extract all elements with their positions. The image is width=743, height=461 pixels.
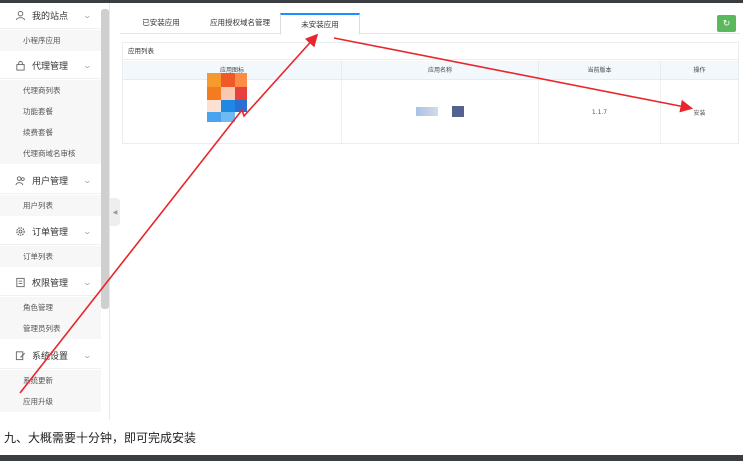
sidebar-item-user-list[interactable]: 用户列表 [0, 195, 101, 216]
column-header-name: 应用名称 [342, 61, 539, 80]
column-header-action: 操作 [693, 67, 706, 74]
sidebar-group-label: 我的站点 [32, 12, 69, 22]
sidebar-group-system[interactable]: 系统设置 ⌄ [0, 343, 101, 369]
sidebar: 我的站点 ⌄ 小程序应用 代理管理 ⌄ 代理商列表 功能套餐 续费套餐 代理商域… [0, 3, 110, 420]
app-name-redacted [452, 106, 464, 117]
sidebar-group-label: 系统设置 [32, 352, 69, 362]
sidebar-item-feature-plans[interactable]: 功能套餐 [0, 101, 101, 122]
sidebar-group-label: 订单管理 [32, 228, 69, 238]
install-button[interactable]: 安装 [661, 81, 738, 143]
app-version-cell: 1.1.7 [539, 81, 661, 143]
app-list-panel: 应用列表 应用图标 应用名称 当前版本 操作 1.1.7 安装 [122, 42, 739, 144]
table-row: 1.1.7 安装 [123, 73, 738, 143]
app-icon [207, 73, 263, 135]
edit-icon [14, 350, 26, 362]
sidebar-item-admins[interactable]: 管理员列表 [0, 318, 101, 339]
sidebar-item-roles[interactable]: 角色管理 [0, 297, 101, 318]
tab-uninstalled-apps[interactable]: 未安装应用 [280, 13, 360, 35]
column-header-version: 当前版本 [539, 61, 661, 80]
panel-title: 应用列表 [123, 43, 738, 60]
app-name-cell [342, 81, 539, 143]
sidebar-item-domain-review[interactable]: 代理商域名审核 [0, 143, 101, 164]
refresh-button[interactable]: ↻ [717, 15, 736, 32]
refresh-icon: ↻ [722, 18, 731, 29]
app-name-redacted [416, 107, 438, 116]
sidebar-group-label: 代理管理 [32, 62, 69, 72]
sidebar-item-agent-list[interactable]: 代理商列表 [0, 80, 101, 101]
chevron-down-icon: ⌄ [82, 351, 93, 360]
sidebar-item-order-list[interactable]: 订单列表 [0, 246, 101, 267]
app-icon-cell [123, 73, 342, 143]
main-content: 已安装应用 应用授权域名管理 未安装应用 ↻ 应用列表 应用图标 应用名称 当前… [120, 8, 743, 153]
list-icon [14, 277, 26, 289]
chevron-down-icon: ⌄ [82, 11, 93, 20]
chevron-down-icon: ⌄ [82, 278, 93, 287]
sidebar-item-mini-apps[interactable]: 小程序应用 [0, 30, 101, 51]
users-icon [14, 175, 26, 187]
sidebar-group-agent[interactable]: 代理管理 ⌄ [0, 53, 101, 79]
tab-bar: 已安装应用 应用授权域名管理 未安装应用 [120, 13, 740, 35]
tab-installed-apps[interactable]: 已安装应用 [124, 13, 198, 34]
sidebar-group-label: 用户管理 [32, 177, 69, 187]
person-icon [14, 10, 26, 22]
sidebar-group-users[interactable]: 用户管理 ⌄ [0, 168, 101, 194]
sidebar-item-system-update[interactable]: 系统更新 [0, 370, 101, 391]
sidebar-item-app-upgrade[interactable]: 应用升级 [0, 391, 101, 412]
gear-icon [14, 226, 26, 238]
sidebar-item-renewal-plans[interactable]: 续费套餐 [0, 122, 101, 143]
chevron-down-icon: ⌄ [82, 61, 93, 70]
lock-icon [14, 60, 26, 72]
instruction-caption: 九、大概需要十分钟，即可完成安装 [4, 431, 197, 445]
sidebar-scrollbar[interactable] [101, 9, 109, 309]
chevron-down-icon: ⌄ [82, 176, 93, 185]
chevron-left-icon: ◀ [112, 208, 118, 216]
tab-domain-management[interactable]: 应用授权域名管理 [200, 13, 280, 34]
sidebar-group-my-site[interactable]: 我的站点 ⌄ [0, 3, 101, 29]
collapse-sidebar-handle[interactable]: ◀ [110, 198, 120, 226]
sidebar-group-permissions[interactable]: 权限管理 ⌄ [0, 270, 101, 296]
sidebar-group-label: 权限管理 [32, 279, 69, 289]
chevron-down-icon: ⌄ [82, 227, 93, 236]
sidebar-group-orders[interactable]: 订单管理 ⌄ [0, 219, 101, 245]
bottom-bar [0, 455, 743, 461]
top-bar [0, 0, 743, 3]
